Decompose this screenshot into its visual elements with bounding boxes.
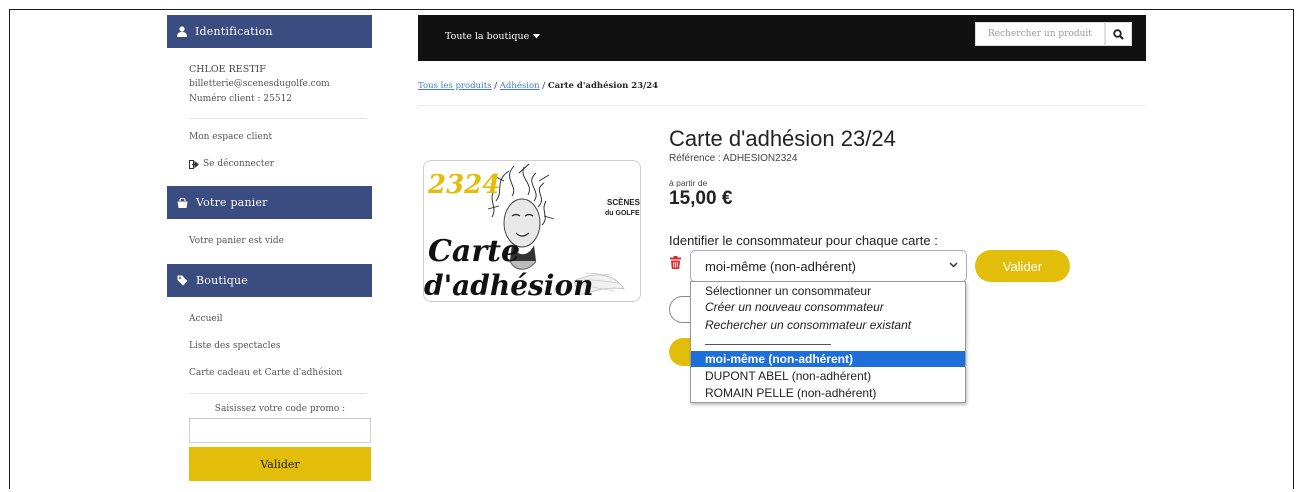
price-from-label: à partir de (669, 178, 708, 188)
image-card-line1: Carte (428, 234, 520, 269)
consumer-select-value: moi-même (non-adhérent) (705, 258, 857, 274)
my-account-link[interactable]: Mon espace client (189, 132, 272, 142)
shop-header: Boutique (167, 264, 372, 297)
product-price: 15,00 € (669, 188, 733, 209)
consumer-dropdown-list: Sélectionner un consommateur Créer un no… (690, 281, 966, 403)
logout-label: Se déconnecter (203, 159, 275, 169)
chevron-down-icon (949, 262, 958, 268)
trash-icon[interactable] (670, 256, 681, 274)
logout-link[interactable]: Se déconnecter (189, 159, 274, 169)
client-number: Numéro client : 25512 (189, 94, 293, 104)
search-icon (1113, 28, 1124, 40)
cart-header: Votre panier (167, 186, 372, 219)
option-romain-pelle[interactable]: ROMAIN PELLE (non-adhérent) (691, 385, 965, 401)
validate-consumer-button[interactable]: Valider (975, 250, 1070, 282)
image-card-line2: d'adhésion (424, 269, 593, 301)
breadcrumb-current: Carte d'adhésion 23/24 (547, 81, 659, 91)
search-input[interactable]: Rechercher un produit (975, 22, 1105, 46)
user-name: CHLOE RESTIF (189, 64, 266, 75)
promo-label: Saisissez votre code promo : (214, 404, 346, 414)
breadcrumb-all-products[interactable]: Tous les produits (418, 81, 492, 91)
divider (418, 105, 1145, 106)
product-image: 2324 SCÈNES du GOLFE Carte d'adhésion (423, 160, 641, 302)
search-button[interactable] (1105, 22, 1132, 46)
identification-title: Identification (195, 25, 273, 38)
option-search-consumer[interactable]: Rechercher un consommateur existant (691, 317, 965, 333)
identification-header: Identification (167, 15, 372, 48)
option-create-consumer[interactable]: Créer un nouveau consommateur (691, 299, 965, 315)
shop-title: Boutique (196, 274, 248, 287)
shop-menu-dropdown[interactable]: Toute la boutique (445, 31, 541, 42)
user-icon (177, 26, 187, 37)
logout-icon (189, 159, 199, 169)
option-dupont-abel[interactable]: DUPONT ABEL (non-adhérent) (691, 368, 965, 384)
cart-icon (177, 197, 188, 208)
membership-card-artwork: 2324 SCÈNES du GOLFE Carte d'adhésion (424, 163, 640, 301)
breadcrumb: Tous les produits / Adhésion / Carte d'a… (418, 81, 659, 91)
shop-menu-label: Toute la boutique (445, 31, 530, 42)
product-reference: Référence : ADHESION2324 (669, 153, 798, 164)
option-separator (705, 344, 831, 345)
shop-item-shows[interactable]: Liste des spectacles (189, 341, 280, 351)
image-brand-line1: SCÈNES (607, 198, 640, 207)
identify-consumer-label: Identifier le consommateur pour chaque c… (669, 233, 938, 248)
caret-down-icon (533, 34, 541, 39)
option-myself[interactable]: moi-même (non-adhérent) (691, 351, 965, 367)
promo-validate-button[interactable]: Valider (189, 447, 371, 481)
shop-item-gift-card[interactable]: Carte cadeau et Carte d'adhésion (189, 368, 342, 378)
product-title: Carte d'adhésion 23/24 (669, 126, 896, 151)
breadcrumb-membership[interactable]: Adhésion (500, 81, 540, 91)
promo-code-input[interactable] (189, 418, 371, 443)
divider (189, 118, 367, 119)
cart-title: Votre panier (196, 196, 268, 209)
user-email: billetterie@scenesdugolfe.com (189, 79, 330, 89)
option-select-consumer[interactable]: Sélectionner un consommateur (691, 283, 965, 299)
tag-icon (177, 275, 188, 286)
shop-item-home[interactable]: Accueil (189, 314, 222, 324)
cart-empty-text: Votre panier est vide (189, 236, 284, 246)
divider (189, 393, 367, 394)
image-year-text: 2324 (427, 170, 500, 200)
consumer-select[interactable]: moi-même (non-adhérent) (690, 250, 967, 282)
image-brand-line2: du GOLFE (605, 210, 640, 217)
